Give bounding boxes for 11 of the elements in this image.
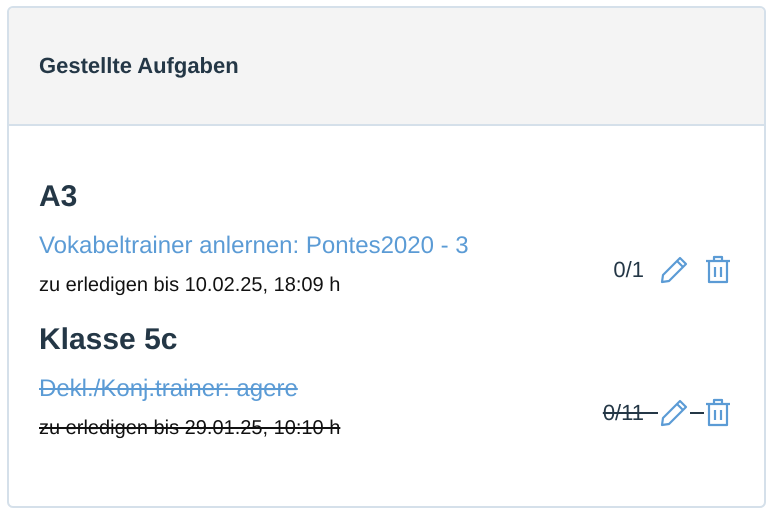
trash-icon[interactable] [704, 254, 732, 286]
task-link[interactable]: Vokabeltrainer anlernen: Pontes2020 - 3 [39, 232, 469, 260]
progress-count: 0/11 [602, 400, 644, 426]
due-date: zu erledigen bis 10.02.25, 18:09 h [39, 274, 340, 297]
group-title: Klasse 5c [39, 323, 178, 357]
trash-icon[interactable] [704, 396, 732, 428]
progress-count: 0/1 [613, 256, 644, 282]
group-title: A3 [39, 180, 78, 214]
due-date: zu erledigen bis 29.01.25, 10:10 h [39, 417, 340, 440]
task-link[interactable]: Dekl./Konj.trainer: agere [39, 375, 298, 403]
panel-title: Gestellte Aufgaben [39, 53, 239, 79]
